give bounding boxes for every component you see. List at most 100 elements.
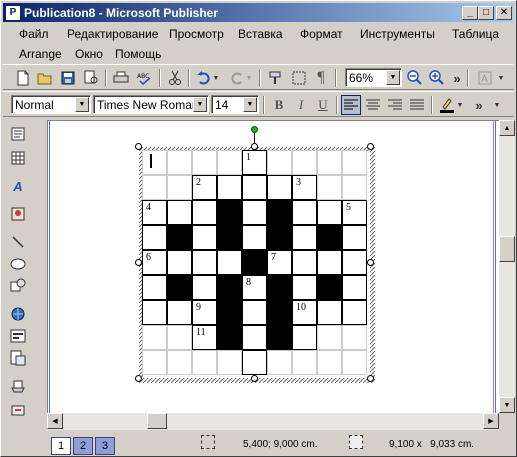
crossword-empty-cell[interactable] bbox=[267, 350, 292, 375]
menu-view[interactable]: Просмотр bbox=[169, 27, 224, 41]
text-wrap-icon[interactable]: A bbox=[475, 68, 495, 88]
maximize-button[interactable]: □ bbox=[478, 5, 494, 20]
crossword-empty-cell[interactable] bbox=[192, 350, 217, 375]
resize-handle-top[interactable] bbox=[251, 143, 258, 150]
resize-handle-bottom-left[interactable] bbox=[135, 375, 142, 382]
resize-handle-top-left[interactable] bbox=[135, 143, 142, 150]
crossword-cell[interactable] bbox=[242, 325, 267, 350]
menu-insert[interactable]: Вставка bbox=[238, 27, 283, 41]
crossword-black-cell[interactable] bbox=[317, 275, 342, 300]
cut-icon[interactable] bbox=[165, 68, 185, 88]
crossword-grid[interactable]: 1 2 3 4 5 6 7 8 9 10 11 bbox=[142, 150, 367, 375]
crossword-cell[interactable]: 2 bbox=[192, 175, 217, 200]
open-folder-icon[interactable] bbox=[35, 68, 55, 88]
vertical-scrollbar[interactable]: ▲ ▼ bbox=[499, 120, 515, 413]
crossword-empty-cell[interactable] bbox=[167, 325, 192, 350]
spelling-icon[interactable]: ABC bbox=[135, 68, 155, 88]
vertical-scroll-thumb[interactable] bbox=[499, 236, 515, 262]
crossword-empty-cell[interactable] bbox=[317, 150, 342, 175]
scroll-up-button[interactable]: ▲ bbox=[499, 120, 515, 136]
crossword-cell[interactable] bbox=[342, 300, 367, 325]
menu-arrange[interactable]: Arrange bbox=[19, 47, 62, 61]
redo-dropdown-icon[interactable]: ▼ bbox=[244, 68, 254, 88]
crossword-cell[interactable] bbox=[242, 200, 267, 225]
crossword-black-cell[interactable] bbox=[217, 275, 242, 300]
zoom-in-icon[interactable] bbox=[427, 68, 447, 88]
format-toolbar-options-icon[interactable]: ▼ bbox=[491, 95, 503, 115]
print-preview-icon[interactable] bbox=[81, 68, 101, 88]
crossword-cell[interactable] bbox=[142, 225, 167, 250]
html-fragment-tool-icon[interactable] bbox=[8, 348, 28, 368]
bold-button[interactable]: B bbox=[269, 95, 289, 115]
crossword-empty-cell[interactable] bbox=[142, 175, 167, 200]
crossword-cell[interactable]: 10 bbox=[292, 300, 317, 325]
menu-help[interactable]: Помощь bbox=[115, 47, 161, 61]
crossword-empty-cell[interactable] bbox=[167, 350, 192, 375]
font-color-dropdown-icon[interactable]: ▼ bbox=[455, 95, 465, 115]
close-button[interactable]: ✕ bbox=[496, 5, 512, 20]
crossword-black-cell[interactable] bbox=[267, 325, 292, 350]
crossword-black-cell[interactable] bbox=[267, 200, 292, 225]
crossword-cell[interactable] bbox=[167, 250, 192, 275]
menu-format[interactable]: Формат bbox=[300, 27, 343, 41]
resize-handle-bottom-right[interactable] bbox=[367, 375, 374, 382]
line-tool-icon[interactable] bbox=[8, 232, 28, 252]
justify-button[interactable] bbox=[407, 95, 427, 115]
new-document-icon[interactable] bbox=[13, 68, 33, 88]
italic-button[interactable]: I bbox=[291, 95, 311, 115]
crossword-black-cell[interactable] bbox=[267, 275, 292, 300]
crossword-cell[interactable] bbox=[342, 225, 367, 250]
scroll-left-button[interactable]: ◀ bbox=[47, 413, 63, 429]
crossword-cell[interactable] bbox=[292, 200, 317, 225]
crossword-empty-cell[interactable] bbox=[217, 150, 242, 175]
crossword-empty-cell[interactable] bbox=[342, 175, 367, 200]
crossword-empty-cell[interactable] bbox=[142, 350, 167, 375]
menu-table[interactable]: Таблица bbox=[452, 27, 499, 41]
crossword-cell[interactable] bbox=[142, 275, 167, 300]
rotation-handle[interactable] bbox=[251, 126, 258, 133]
crossword-cell[interactable] bbox=[192, 200, 217, 225]
crossword-cell[interactable]: 1 bbox=[242, 150, 267, 175]
font-size-combo[interactable]: 14 ▼ bbox=[211, 95, 259, 114]
crossword-cell[interactable] bbox=[192, 225, 217, 250]
font-size-dropdown-icon[interactable]: ▼ bbox=[243, 97, 257, 112]
align-right-button[interactable] bbox=[385, 95, 405, 115]
page-2-tab[interactable]: 2 bbox=[73, 437, 93, 455]
menu-file[interactable]: Файл bbox=[19, 27, 49, 41]
crossword-cell[interactable]: 6 bbox=[142, 250, 167, 275]
resize-handle-top-right[interactable] bbox=[367, 143, 374, 150]
crossword-empty-cell[interactable] bbox=[142, 325, 167, 350]
save-icon[interactable] bbox=[58, 68, 78, 88]
design-gallery-tool-icon[interactable] bbox=[8, 376, 28, 396]
crossword-empty-cell[interactable] bbox=[142, 150, 167, 175]
crossword-empty-cell[interactable] bbox=[217, 350, 242, 375]
hotspot-tool-icon[interactable] bbox=[8, 304, 28, 324]
page-1-tab[interactable]: 1 bbox=[51, 437, 71, 455]
horizontal-scroll-thumb[interactable] bbox=[147, 413, 167, 429]
minimize-button[interactable]: _ bbox=[462, 5, 478, 20]
vertical-ruler[interactable] bbox=[32, 120, 46, 415]
crossword-empty-cell[interactable] bbox=[292, 350, 317, 375]
crossword-empty-cell[interactable] bbox=[342, 325, 367, 350]
crossword-black-cell[interactable] bbox=[217, 200, 242, 225]
menu-edit[interactable]: Редактирование bbox=[67, 27, 158, 41]
crossword-cell[interactable] bbox=[342, 275, 367, 300]
boundaries-icon[interactable] bbox=[289, 68, 309, 88]
crossword-cell[interactable]: 5 bbox=[342, 200, 367, 225]
crossword-cell[interactable]: 3 bbox=[292, 175, 317, 200]
crossword-empty-cell[interactable] bbox=[317, 350, 342, 375]
crossword-cell[interactable] bbox=[242, 225, 267, 250]
style-dropdown-icon[interactable]: ▼ bbox=[75, 97, 89, 112]
crossword-table[interactable]: 1 2 3 4 5 6 7 8 9 10 11 bbox=[135, 126, 375, 383]
crossword-empty-cell[interactable] bbox=[192, 150, 217, 175]
underline-button[interactable]: U bbox=[313, 95, 333, 115]
undo-dropdown-icon[interactable]: ▼ bbox=[211, 68, 221, 88]
crossword-cell[interactable] bbox=[292, 225, 317, 250]
crossword-empty-cell[interactable] bbox=[317, 325, 342, 350]
crossword-cell[interactable] bbox=[242, 350, 267, 375]
crossword-cell[interactable] bbox=[167, 300, 192, 325]
format-toolbar-overflow-icon[interactable]: » bbox=[473, 95, 485, 115]
horizontal-scrollbar[interactable]: ◀ ▶ bbox=[47, 413, 499, 430]
page-3-tab[interactable]: 3 bbox=[95, 437, 115, 455]
style-combo[interactable]: Normal ▼ bbox=[11, 95, 91, 114]
